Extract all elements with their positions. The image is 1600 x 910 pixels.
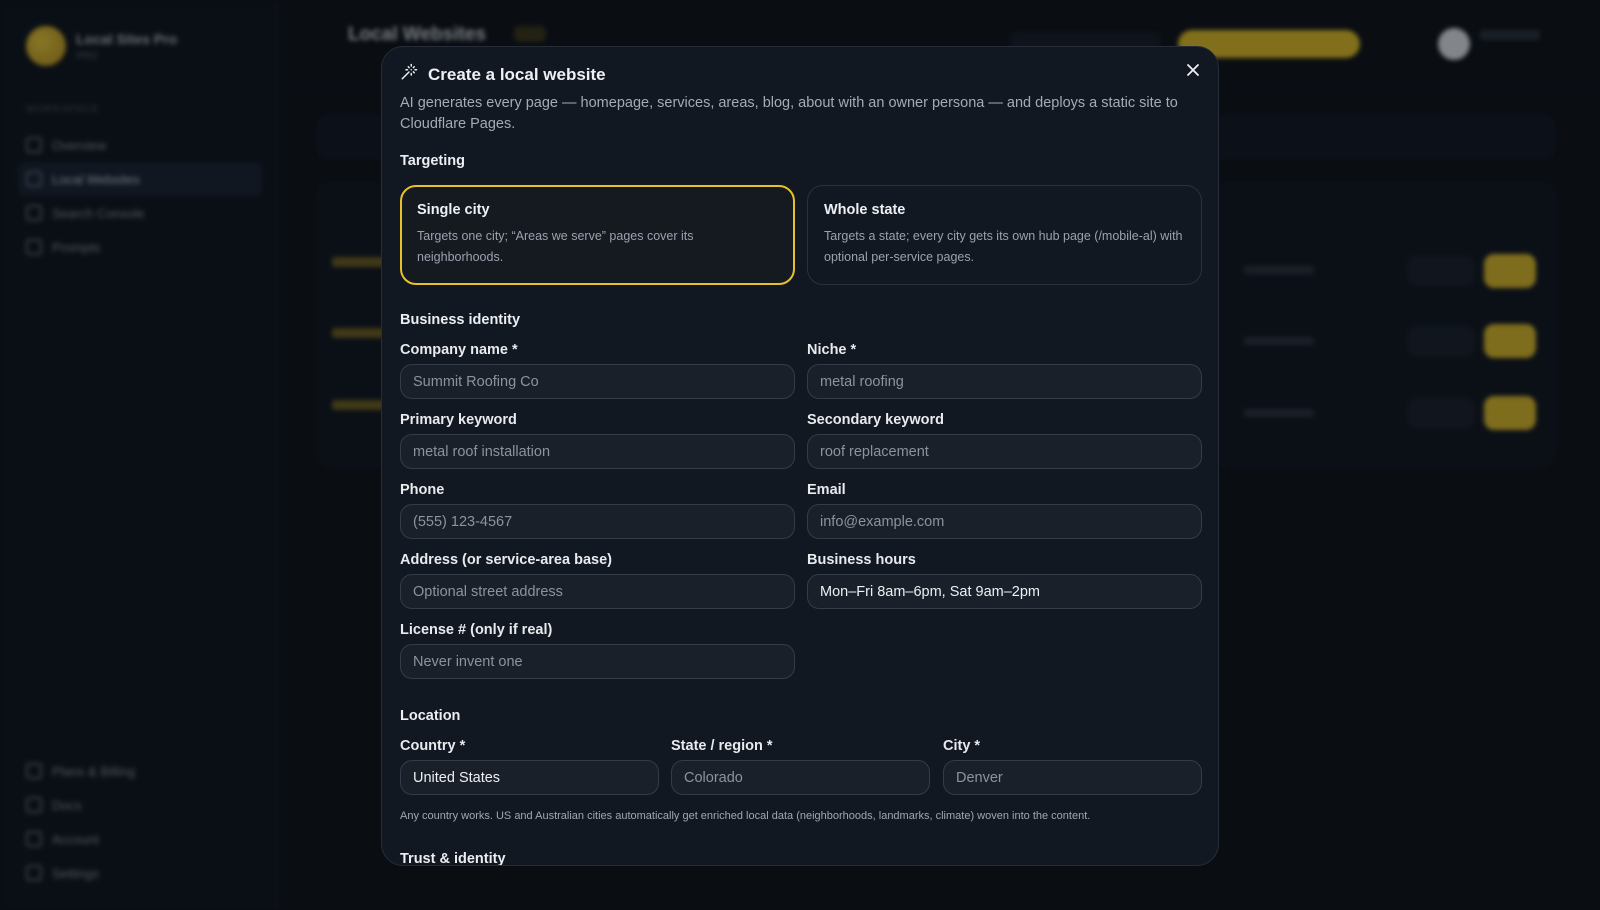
email-input[interactable]: [807, 504, 1202, 539]
city-input[interactable]: [943, 760, 1202, 795]
option-title: Whole state: [824, 202, 906, 218]
field-label: Business hours: [807, 552, 916, 568]
create-website-modal: Create a local website AI generates ever…: [381, 46, 1219, 866]
magic-wand-icon: [400, 63, 418, 86]
section-title-business-identity: Business identity: [400, 312, 521, 328]
modal-description: AI generates every page — homepage, serv…: [400, 95, 1178, 132]
targeting-option-whole-state[interactable]: Whole state Targets a state; every city …: [807, 185, 1202, 285]
business-hours-field: Business hours: [807, 552, 1202, 609]
phone-field: Phone: [400, 482, 795, 539]
primary-keyword-field: Primary keyword: [400, 412, 795, 469]
field-label: Company name *: [400, 342, 518, 358]
modal-header: Create a local website: [400, 63, 606, 86]
address-input[interactable]: [400, 574, 795, 609]
company-name-field: Company name *: [400, 342, 795, 399]
field-label: Phone: [400, 482, 445, 498]
state-field: State / region *: [671, 738, 930, 795]
option-description: Targets one city; “Areas we serve” pages…: [417, 229, 694, 264]
close-icon: [1186, 63, 1200, 82]
country-field: Country *: [400, 738, 659, 795]
option-title: Single city: [417, 202, 490, 218]
modal-title: Create a local website: [428, 64, 606, 84]
field-label: License # (only if real): [400, 622, 553, 638]
field-label: Country *: [400, 738, 466, 754]
section-title-location: Location: [400, 708, 461, 724]
section-title-targeting: Targeting: [400, 153, 465, 169]
state-input[interactable]: [671, 760, 930, 795]
field-label: Email: [807, 482, 846, 498]
field-label: Niche *: [807, 342, 857, 358]
section-title-trust-identity: Trust & identity: [400, 851, 506, 866]
field-label: City *: [943, 738, 981, 754]
email-field: Email: [807, 482, 1202, 539]
phone-input[interactable]: [400, 504, 795, 539]
city-field: City *: [943, 738, 1202, 795]
license-field: License # (only if real): [400, 622, 795, 679]
field-label: State / region *: [671, 738, 773, 754]
license-input[interactable]: [400, 644, 795, 679]
secondary-keyword-input[interactable]: [807, 434, 1202, 469]
business-hours-input[interactable]: [807, 574, 1202, 609]
location-hint: Any country works. US and Australian cit…: [400, 810, 1091, 822]
field-label: Secondary keyword: [807, 412, 944, 428]
primary-keyword-input[interactable]: [400, 434, 795, 469]
option-description: Targets a state; every city gets its own…: [824, 229, 1183, 264]
targeting-option-single-city[interactable]: Single city Targets one city; “Areas we …: [400, 185, 795, 285]
field-label: Address (or service-area base): [400, 552, 612, 568]
niche-field: Niche *: [807, 342, 1202, 399]
secondary-keyword-field: Secondary keyword: [807, 412, 1202, 469]
address-field: Address (or service-area base): [400, 552, 795, 609]
close-button[interactable]: [1182, 61, 1204, 83]
company-name-input[interactable]: [400, 364, 795, 399]
niche-input[interactable]: [807, 364, 1202, 399]
country-input[interactable]: [400, 760, 659, 795]
field-label: Primary keyword: [400, 412, 517, 428]
